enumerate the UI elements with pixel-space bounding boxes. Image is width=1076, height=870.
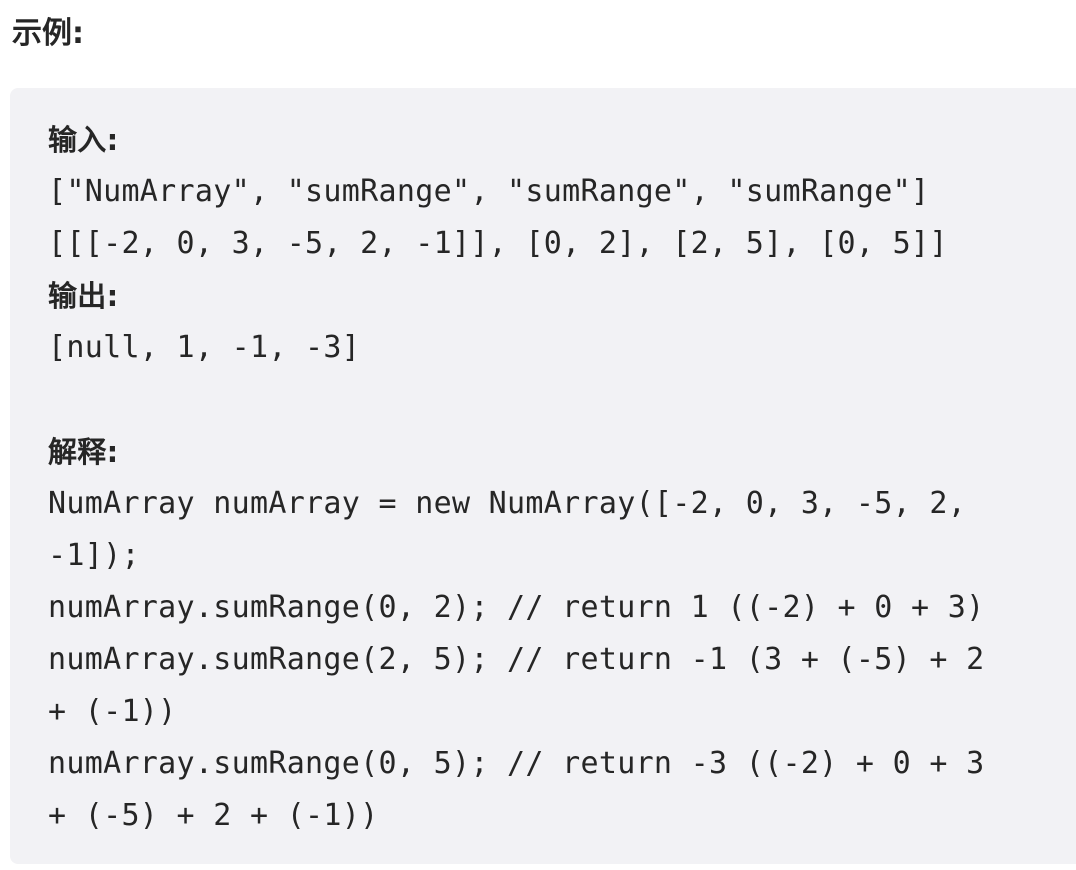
output-line: [null, 1, -1, -3] bbox=[48, 330, 361, 365]
explanation-line: NumArray numArray = new NumArray([-2, 0,… bbox=[48, 486, 967, 521]
explanation-line: numArray.sumRange(0, 5); // return -3 ((… bbox=[48, 746, 985, 781]
explanation-label: 解释: bbox=[48, 435, 119, 469]
explanation-line: + (-5) + 2 + (-1)) bbox=[48, 798, 379, 833]
explanation-line: numArray.sumRange(2, 5); // return -1 (3… bbox=[48, 642, 985, 677]
input-label: 输入: bbox=[48, 123, 119, 157]
example-heading: 示例: bbox=[12, 16, 84, 51]
explanation-line: + (-1)) bbox=[48, 694, 177, 729]
input-line: [[[-2, 0, 3, -5, 2, -1]], [0, 2], [2, 5]… bbox=[48, 226, 948, 261]
explanation-line: numArray.sumRange(0, 2); // return 1 ((-… bbox=[48, 590, 985, 625]
explanation-line: -1]); bbox=[48, 538, 140, 573]
output-label: 输出: bbox=[48, 279, 119, 313]
input-line: ["NumArray", "sumRange", "sumRange", "su… bbox=[48, 174, 930, 209]
example-content: 输入: ["NumArray", "sumRange", "sumRange",… bbox=[48, 114, 984, 842]
